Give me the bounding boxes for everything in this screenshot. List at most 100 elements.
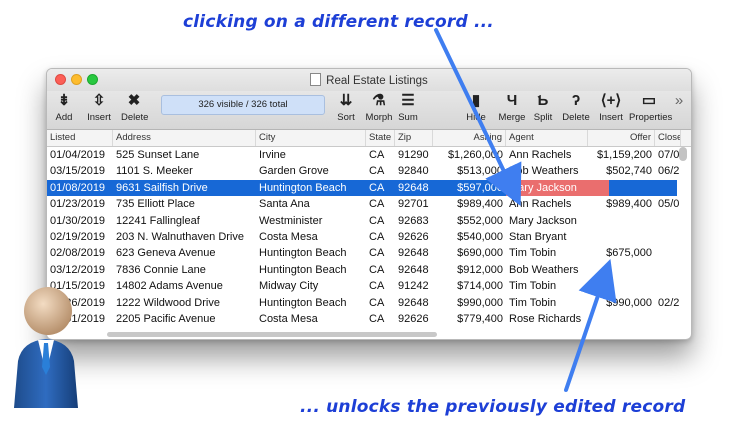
cell-zip[interactable]: 92648 <box>395 245 433 261</box>
cell-asking[interactable]: $552,000 <box>433 213 506 229</box>
cell-zip[interactable]: 92840 <box>395 163 433 179</box>
cell-agent[interactable]: Bob Weathers <box>506 262 588 278</box>
cell-city[interactable]: Huntington Beach <box>256 262 366 278</box>
column-header-state[interactable]: State <box>366 130 395 146</box>
cell-state[interactable]: CA <box>366 180 395 196</box>
cell-listed[interactable]: 02/19/2019 <box>47 229 113 245</box>
cell-address[interactable]: 1222 Wildwood Drive <box>113 295 256 311</box>
table-row[interactable]: 01/04/2019 525 Sunset Lane Irvine CA 91290 $1… <box>47 147 679 163</box>
cell-close[interactable] <box>655 262 681 278</box>
column-header-close[interactable]: Close <box>655 130 681 146</box>
cell-offer[interactable] <box>588 311 655 327</box>
cell-offer[interactable]: $990,000 <box>588 295 655 311</box>
column-header-asking[interactable]: Asking <box>433 130 506 146</box>
cell-asking[interactable]: $989,400 <box>433 196 506 212</box>
cell-agent[interactable]: Rose Richards <box>506 311 588 327</box>
column-header-agent[interactable]: Agent <box>506 130 588 146</box>
table-row[interactable]: 01/15/2019 14802 Adams Avenue Midway City C… <box>47 278 677 294</box>
cell-address[interactable]: 735 Elliott Place <box>113 196 256 212</box>
cell-address[interactable]: 203 N. Walnuthaven Drive <box>113 229 256 245</box>
cell-asking[interactable]: $513,000 <box>433 163 506 179</box>
column-header-address[interactable]: Address <box>113 130 256 146</box>
table-row[interactable]: 01/23/2019 735 Elliott Place Santa Ana CA 92… <box>47 196 679 212</box>
cell-city[interactable]: Huntington Beach <box>256 245 366 261</box>
cell-agent[interactable]: Tim Tobin <box>506 295 588 311</box>
cell-listed[interactable]: 02/08/2019 <box>47 245 113 261</box>
cell-listed[interactable]: 01/08/2019 <box>47 180 113 196</box>
cell-zip[interactable]: 92683 <box>395 213 433 229</box>
cell-address[interactable]: 14802 Adams Avenue <box>113 278 256 294</box>
cell-state[interactable]: CA <box>366 245 395 261</box>
cell-agent[interactable]: Tim Tobin <box>506 245 588 261</box>
cell-agent[interactable]: Tim Tobin <box>506 278 588 294</box>
sum-button-5[interactable]: ☰ Sum <box>395 91 421 129</box>
cell-city[interactable]: Midway City <box>256 278 366 294</box>
column-header-listed[interactable]: Listed <box>47 130 113 146</box>
cell-close[interactable] <box>655 311 681 327</box>
cell-state[interactable]: CA <box>366 196 395 212</box>
cell-listed[interactable]: 03/15/2019 <box>47 163 113 179</box>
cell-state[interactable]: CA <box>366 262 395 278</box>
table-row[interactable]: 02/26/2019 1222 Wildwood Drive Huntington … <box>47 295 679 311</box>
cell-offer[interactable]: $502,740 <box>588 163 655 179</box>
table-row[interactable]: 02/08/2019 623 Geneva Avenue Huntington Be… <box>47 245 677 261</box>
cell-listed[interactable]: 01/30/2019 <box>47 213 113 229</box>
cell-city[interactable]: Westminister <box>256 213 366 229</box>
table-row[interactable]: 02/19/2019 203 N. Walnuthaven Drive Costa … <box>47 229 677 245</box>
cell-zip[interactable]: 92648 <box>395 180 433 196</box>
cell-state[interactable]: CA <box>366 213 395 229</box>
add-button-0[interactable]: ⇟ Add <box>51 91 77 129</box>
cell-asking[interactable]: $912,000 <box>433 262 506 278</box>
sort-button-3[interactable]: ⇊ Sort <box>331 91 361 129</box>
cell-listed[interactable]: 03/12/2019 <box>47 262 113 278</box>
cell-state[interactable]: CA <box>366 163 395 179</box>
cell-zip[interactable]: 92626 <box>395 311 433 327</box>
column-header-zip[interactable]: Zip <box>395 130 433 146</box>
cell-state[interactable]: CA <box>366 311 395 327</box>
cell-city[interactable]: Costa Mesa <box>256 311 366 327</box>
cell-address[interactable]: 1101 S. Meeker <box>113 163 256 179</box>
horizontal-scrollbar[interactable] <box>107 332 437 337</box>
cell-listed[interactable]: 01/04/2019 <box>47 147 113 163</box>
cell-state[interactable]: CA <box>366 147 395 163</box>
cell-zip[interactable]: 91242 <box>395 278 433 294</box>
cell-offer[interactable]: $675,000 <box>588 245 655 261</box>
column-header-offer[interactable]: Offer <box>588 130 655 146</box>
cell-asking[interactable]: $990,000 <box>433 295 506 311</box>
cell-address[interactable]: 2205 Pacific Avenue <box>113 311 256 327</box>
cell-asking[interactable]: $690,000 <box>433 245 506 261</box>
cell-state[interactable]: CA <box>366 229 395 245</box>
table-row[interactable]: 03/12/2019 7836 Connie Lane Huntington Bea… <box>47 262 677 278</box>
cell-offer[interactable]: $989,400 <box>588 196 655 212</box>
cell-agent[interactable]: Stan Bryant <box>506 229 588 245</box>
cell-offer[interactable] <box>588 213 655 229</box>
cell-close[interactable]: 06/2 <box>655 163 681 179</box>
cell-address[interactable]: 12241 Fallingleaf <box>113 213 256 229</box>
cell-asking[interactable]: $1,260,000 <box>433 147 506 163</box>
cell-city[interactable]: Santa Ana <box>256 196 366 212</box>
cell-close[interactable] <box>655 278 681 294</box>
cell-close[interactable] <box>655 245 681 261</box>
cell-close[interactable] <box>655 229 681 245</box>
cell-offer[interactable] <box>588 262 655 278</box>
table-row[interactable]: 03/15/2019 1101 S. Meeker Garden Grove CA 92… <box>47 163 679 179</box>
cell-address[interactable]: 7836 Connie Lane <box>113 262 256 278</box>
vertical-scrollbar[interactable] <box>679 147 687 161</box>
morph-button-4[interactable]: ⚗ Morph <box>363 91 395 129</box>
cell-address[interactable]: 9631 Sailfish Drive <box>113 180 256 196</box>
column-header-city[interactable]: City <box>256 130 366 146</box>
cell-close[interactable]: 07/0 <box>655 147 681 163</box>
merge-button-7[interactable]: Ч Merge <box>495 91 529 129</box>
cell-asking[interactable]: $714,000 <box>433 278 506 294</box>
hide-button-6[interactable]: ▮ Hide <box>461 91 491 129</box>
cell-address[interactable]: 623 Geneva Avenue <box>113 245 256 261</box>
cell-city[interactable]: Costa Mesa <box>256 229 366 245</box>
cell-zip[interactable]: 92648 <box>395 295 433 311</box>
split-button-8[interactable]: Ƅ Split <box>529 91 557 129</box>
cell-agent[interactable]: Ann Rachels <box>506 147 588 163</box>
cell-address[interactable]: 525 Sunset Lane <box>113 147 256 163</box>
table-row-selected[interactable]: 01/08/2019 9631 Sailfish Drive Huntington … <box>47 179 677 197</box>
cell-offer[interactable] <box>588 180 655 196</box>
cell-agent[interactable]: Mary Jackson <box>506 213 588 229</box>
cell-city[interactable]: Huntington Beach <box>256 180 366 196</box>
